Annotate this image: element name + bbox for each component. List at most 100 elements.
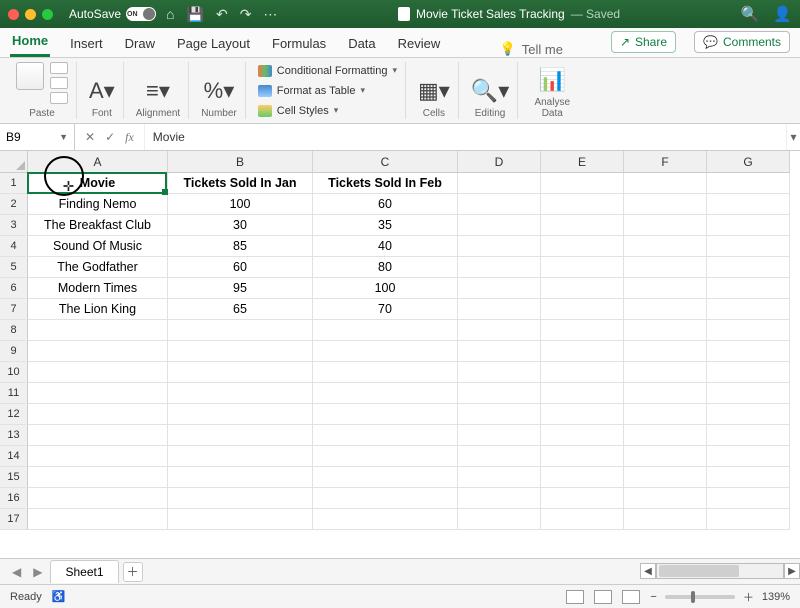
row-header-7[interactable]: 7: [0, 299, 28, 320]
cell-D10[interactable]: [458, 362, 541, 383]
view-page-break-icon[interactable]: [622, 590, 640, 604]
cell-E6[interactable]: [541, 278, 624, 299]
tab-insert[interactable]: Insert: [68, 30, 105, 57]
redo-icon[interactable]: ↷: [240, 6, 252, 23]
cell-G13[interactable]: [707, 425, 790, 446]
tab-data[interactable]: Data: [346, 30, 377, 57]
cell-G11[interactable]: [707, 383, 790, 404]
copy-icon[interactable]: [50, 77, 68, 89]
tab-home[interactable]: Home: [10, 27, 50, 57]
cell-A4[interactable]: Sound Of Music: [28, 236, 168, 257]
cell-B13[interactable]: [168, 425, 313, 446]
cell-B15[interactable]: [168, 467, 313, 488]
row-header-9[interactable]: 9: [0, 341, 28, 362]
cell-C13[interactable]: [313, 425, 458, 446]
zoom-control[interactable]: − ＋ 139%: [650, 589, 790, 605]
cell-C6[interactable]: 100: [313, 278, 458, 299]
tab-nav-next-icon[interactable]: ▶: [29, 565, 46, 579]
cell-A13[interactable]: [28, 425, 168, 446]
cell-E1[interactable]: [541, 173, 624, 194]
cell-C11[interactable]: [313, 383, 458, 404]
row-header-11[interactable]: 11: [0, 383, 28, 404]
save-icon[interactable]: 💾: [187, 6, 204, 23]
cell-E15[interactable]: [541, 467, 624, 488]
alignment-icon[interactable]: ≡▾: [146, 78, 170, 104]
row-header-16[interactable]: 16: [0, 488, 28, 509]
col-header-A[interactable]: A: [28, 151, 168, 173]
cell-C8[interactable]: [313, 320, 458, 341]
home-icon[interactable]: ⌂: [166, 6, 174, 23]
cell-F6[interactable]: [624, 278, 707, 299]
cell-E4[interactable]: [541, 236, 624, 257]
scroll-thumb[interactable]: [659, 565, 739, 577]
cell-B16[interactable]: [168, 488, 313, 509]
font-icon[interactable]: A▾: [89, 78, 115, 104]
cell-G15[interactable]: [707, 467, 790, 488]
cell-F1[interactable]: [624, 173, 707, 194]
tell-me[interactable]: 💡 Tell me: [500, 41, 563, 57]
row-header-4[interactable]: 4: [0, 236, 28, 257]
row-header-15[interactable]: 15: [0, 467, 28, 488]
select-all-corner[interactable]: [0, 151, 28, 173]
cell-A15[interactable]: [28, 467, 168, 488]
cell-F13[interactable]: [624, 425, 707, 446]
cell-F8[interactable]: [624, 320, 707, 341]
cell-C12[interactable]: [313, 404, 458, 425]
tab-nav-prev-icon[interactable]: ◀: [8, 565, 25, 579]
format-painter-icon[interactable]: [50, 92, 68, 104]
more-icon[interactable]: ⋯: [263, 6, 277, 23]
zoom-out-icon[interactable]: −: [650, 591, 656, 603]
formula-input[interactable]: Movie: [145, 130, 786, 144]
cell-B7[interactable]: 65: [168, 299, 313, 320]
conditional-formatting-button[interactable]: Conditional Formatting ▾: [258, 62, 397, 79]
cell-F11[interactable]: [624, 383, 707, 404]
cell-F3[interactable]: [624, 215, 707, 236]
autosave-toggle[interactable]: AutoSave ON: [69, 7, 156, 21]
cell-C9[interactable]: [313, 341, 458, 362]
cell-E17[interactable]: [541, 509, 624, 530]
cell-B9[interactable]: [168, 341, 313, 362]
cell-C3[interactable]: 35: [313, 215, 458, 236]
cell-B5[interactable]: 60: [168, 257, 313, 278]
cell-G3[interactable]: [707, 215, 790, 236]
cell-G16[interactable]: [707, 488, 790, 509]
cell-C1[interactable]: Tickets Sold In Feb: [313, 173, 458, 194]
paste-icon[interactable]: [16, 62, 44, 90]
cell-E2[interactable]: [541, 194, 624, 215]
col-header-E[interactable]: E: [541, 151, 624, 173]
cell-B12[interactable]: [168, 404, 313, 425]
cell-G2[interactable]: [707, 194, 790, 215]
analyse-icon[interactable]: 📊: [539, 67, 566, 93]
worksheet[interactable]: ABCDEFG 1234567891011121314151617 MovieT…: [0, 151, 800, 558]
cell-D3[interactable]: [458, 215, 541, 236]
cell-C7[interactable]: 70: [313, 299, 458, 320]
cell-D8[interactable]: [458, 320, 541, 341]
account-icon[interactable]: 👤: [773, 5, 792, 23]
fullscreen-icon[interactable]: [42, 9, 53, 20]
cell-F7[interactable]: [624, 299, 707, 320]
undo-icon[interactable]: ↶: [216, 6, 228, 23]
cell-A7[interactable]: The Lion King: [28, 299, 168, 320]
cell-D9[interactable]: [458, 341, 541, 362]
format-as-table-button[interactable]: Format as Table ▾: [258, 82, 397, 99]
cell-B14[interactable]: [168, 446, 313, 467]
cell-A17[interactable]: [28, 509, 168, 530]
cell-G5[interactable]: [707, 257, 790, 278]
cell-D7[interactable]: [458, 299, 541, 320]
cell-E16[interactable]: [541, 488, 624, 509]
cell-D1[interactable]: [458, 173, 541, 194]
cell-D11[interactable]: [458, 383, 541, 404]
row-header-2[interactable]: 2: [0, 194, 28, 215]
cell-B17[interactable]: [168, 509, 313, 530]
col-header-G[interactable]: G: [707, 151, 790, 173]
tab-formulas[interactable]: Formulas: [270, 30, 328, 57]
cell-C4[interactable]: 40: [313, 236, 458, 257]
cell-G10[interactable]: [707, 362, 790, 383]
scroll-right-icon[interactable]: ▶: [784, 563, 800, 579]
col-header-F[interactable]: F: [624, 151, 707, 173]
cell-G9[interactable]: [707, 341, 790, 362]
cell-D2[interactable]: [458, 194, 541, 215]
cell-F14[interactable]: [624, 446, 707, 467]
sheet-tab[interactable]: Sheet1: [50, 560, 118, 583]
cell-E13[interactable]: [541, 425, 624, 446]
